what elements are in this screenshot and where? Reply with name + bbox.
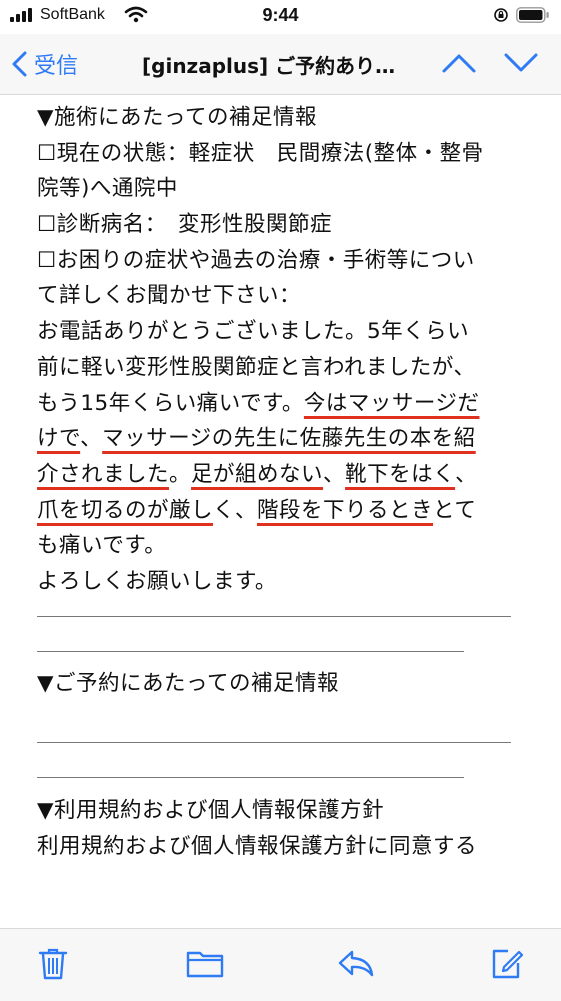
text-segment: 、 — [323, 461, 346, 487]
body-line: ☐現在の状態：軽症状 民間療法(整体・整骨 — [37, 140, 484, 166]
compose-icon[interactable] — [490, 947, 524, 981]
body-line: 爪を切るのが厳しく、階段を下りるときとて — [37, 493, 552, 529]
back-button[interactable]: 受信 — [10, 48, 78, 80]
text-segment: く、 — [213, 497, 258, 523]
body-line: 介されました。足が組めない、靴下をはく、 — [37, 457, 552, 493]
body-line: よろしくお願いします。 — [37, 568, 277, 594]
underlined-phrase: 靴下をはく — [345, 461, 456, 487]
body-line: も痛いです。 — [37, 533, 167, 559]
body-line: 利用規約および個人情報保護方針に同意する — [37, 834, 478, 859]
underlined-phrase: 足が組めない — [191, 461, 324, 487]
body-line: 前に軽い変形性股関節症と言われましたが、 — [37, 354, 476, 380]
next-message-icon[interactable] — [503, 50, 539, 76]
text-segment: 、 — [455, 461, 478, 487]
clock: 9:44 — [262, 5, 299, 25]
text-segment: 、 — [80, 426, 103, 452]
divider — [37, 726, 511, 744]
chevron-left-icon — [12, 51, 27, 77]
message-body: ▼施術にあたっての補足情報 ☐現在の状態：軽症状 民間療法(整体・整骨 院等)へ… — [37, 100, 552, 865]
navigation-bar: 受信 [ginzaplus] ご予約あり… — [0, 34, 561, 95]
section-heading-treatment: ▼施術にあたっての補足情報 — [37, 105, 317, 130]
body-line: 院等)へ通院中 — [37, 176, 178, 202]
section-heading-reservation: ▼ご予約にあたっての補足情報 — [37, 670, 339, 696]
folder-icon[interactable] — [186, 947, 224, 979]
underlined-phrase: マッサージの先生に佐藤先生の本を紹 — [102, 426, 476, 452]
body-line: て詳しくお聞かせ下さい： — [37, 283, 302, 309]
body-line: けで、マッサージの先生に佐藤先生の本を紹 — [37, 421, 552, 457]
text-segment: 。 — [169, 461, 192, 487]
status-bar: SoftBank 9:44 — [0, 0, 561, 34]
text-segment: とて — [433, 497, 477, 523]
underlined-phrase: 階段を下りるとき — [257, 497, 434, 523]
previous-message-icon[interactable] — [441, 50, 477, 76]
trash-icon[interactable] — [38, 947, 68, 981]
underlined-phrase: けで — [37, 426, 81, 452]
back-button-label: 受信 — [34, 54, 79, 79]
underlined-phrase: 今はマッサージだ — [303, 390, 480, 416]
body-line: もう15年くらい痛いです。今はマッサージだ — [37, 386, 552, 422]
body-line: ☐診断病名： 変形性股関節症 — [37, 212, 333, 238]
reply-icon[interactable] — [337, 947, 375, 979]
body-line: ☐お困りの症状や過去の治療・手術等につい — [37, 247, 475, 273]
divider — [37, 635, 464, 652]
divider — [37, 761, 464, 779]
text-segment: もう15年くらい痛いです。 — [37, 390, 304, 416]
orientation-lock-icon — [494, 8, 508, 22]
underlined-phrase: 介されました — [37, 461, 170, 487]
section-heading-terms: ▼利用規約および個人情報保護方針 — [37, 798, 385, 824]
underlined-phrase: 爪を切るのが厳し — [37, 497, 214, 523]
body-line: お電話ありがとうございました。5年くらい — [37, 319, 470, 345]
bottom-toolbar — [0, 928, 561, 1001]
divider — [37, 600, 511, 617]
battery-icon — [516, 7, 549, 23]
message-subject-title: [ginzaplus] ご予約あり… — [142, 54, 396, 78]
